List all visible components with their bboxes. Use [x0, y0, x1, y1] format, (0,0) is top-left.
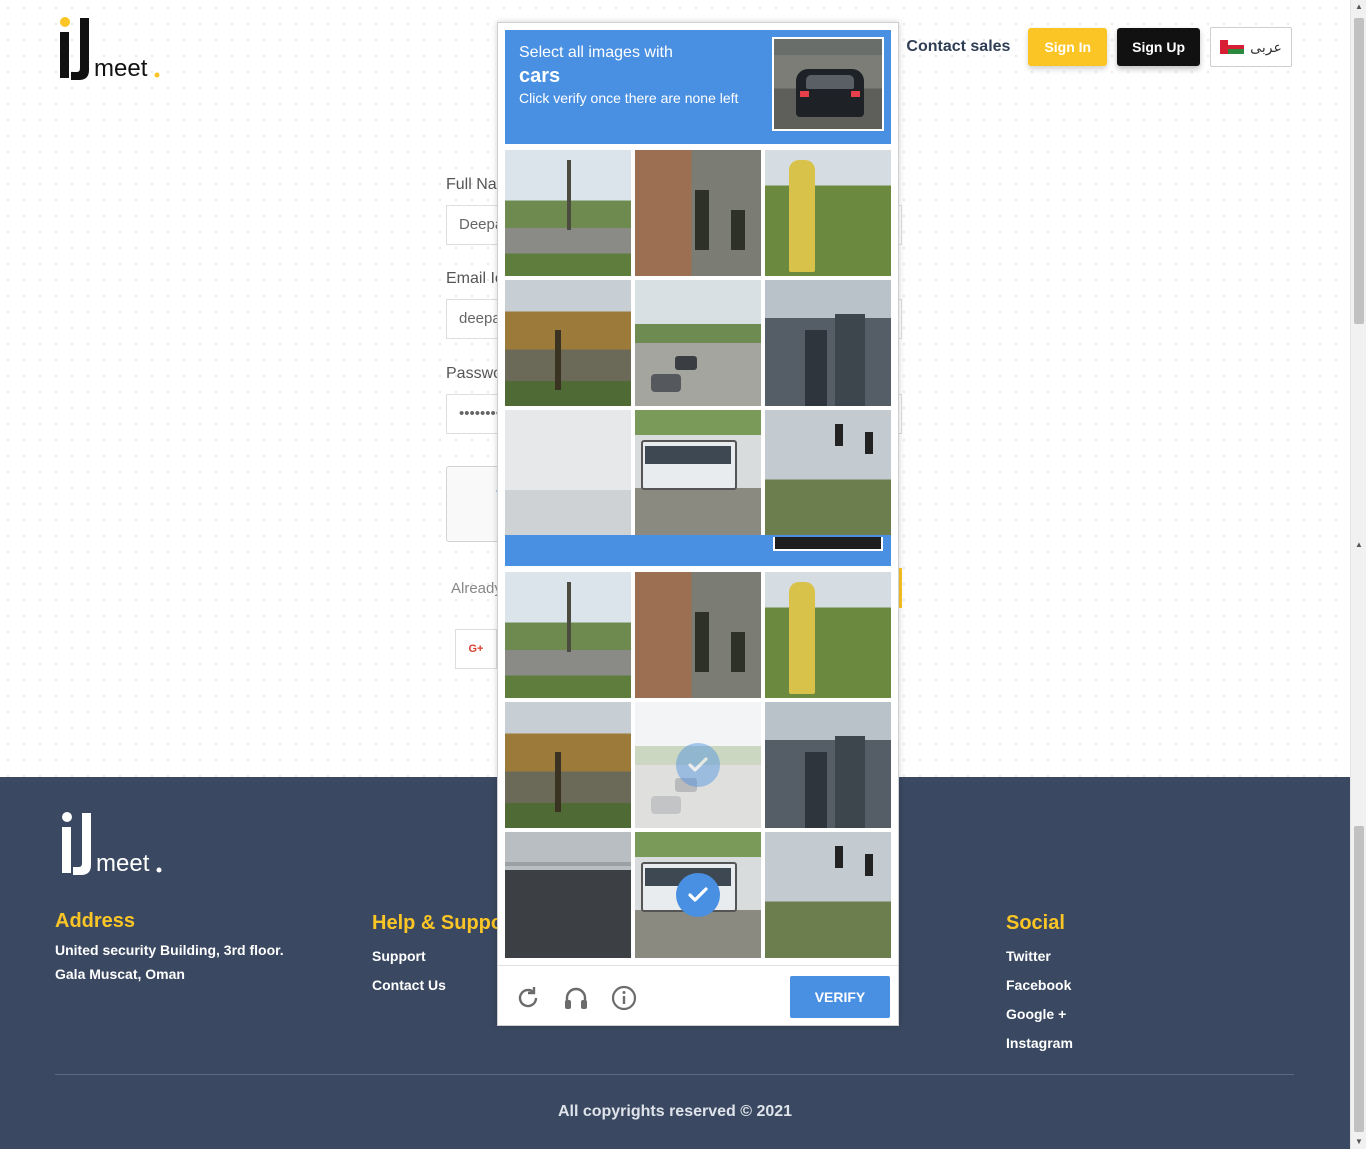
info-icon[interactable]: [610, 984, 638, 1012]
captcha-top-tile-street-cars[interactable]: [635, 280, 761, 406]
address-line-2: Gala Muscat, Oman: [55, 966, 185, 982]
captcha-tile-road-trees[interactable]: [505, 572, 631, 698]
tile-image: [635, 410, 761, 536]
captcha-target: cars: [519, 65, 561, 87]
scroll-marker-icon: ▲: [1355, 540, 1363, 549]
address-title: Address: [55, 910, 136, 932]
scroll-thumb-secondary[interactable]: [1354, 826, 1364, 1132]
reload-icon[interactable]: [514, 984, 542, 1012]
sample-car-image: [772, 37, 884, 131]
language-button[interactable]: عربى: [1210, 27, 1292, 67]
social-title: Social: [1006, 912, 1065, 934]
tile-image: [505, 150, 631, 276]
captcha-top-tile-skyscrapers[interactable]: [765, 280, 891, 406]
page-scrollbar[interactable]: ▲ ▲ ▼: [1350, 0, 1366, 1149]
scroll-thumb[interactable]: [1354, 18, 1364, 324]
captcha-top-tile-road-trees[interactable]: [505, 150, 631, 276]
scroll-down-arrow-icon[interactable]: ▼: [1355, 1137, 1363, 1146]
oman-flag-icon: [1220, 40, 1245, 54]
captcha-header: Select all images with cars Click verify…: [505, 30, 891, 144]
tile-image: [765, 150, 891, 276]
svg-text:meet: meet: [96, 850, 150, 877]
address-line-1: United security Building, 3rd floor.: [55, 942, 284, 958]
verify-button[interactable]: VERIFY: [790, 976, 890, 1018]
tile-image: [765, 410, 891, 536]
captcha-instruction: Select all images with: [519, 44, 673, 61]
google-plus-button[interactable]: G+: [455, 629, 497, 669]
tile-image: [765, 832, 891, 958]
tile-image: [505, 410, 631, 536]
audio-icon[interactable]: [562, 984, 590, 1012]
tile-image: [635, 280, 761, 406]
captcha-tile-hydrant[interactable]: [765, 572, 891, 698]
tile-image: [505, 280, 631, 406]
contact-sales-link[interactable]: Contact sales: [906, 38, 1010, 56]
instagram-link[interactable]: Instagram: [1006, 1035, 1073, 1051]
sign-in-button[interactable]: Sign In: [1028, 28, 1108, 66]
facebook-link[interactable]: Facebook: [1006, 977, 1071, 993]
captcha-top-tile-fog-bridge[interactable]: [505, 410, 631, 536]
captcha-tile-autumn-trees[interactable]: [505, 702, 631, 828]
contact-us-link[interactable]: Contact Us: [372, 977, 446, 993]
scroll-up-arrow-icon[interactable]: ▲: [1355, 2, 1363, 11]
captcha-challenge: Select all images with cars Click verify…: [497, 22, 899, 1026]
already-account-text: Already: [451, 580, 502, 597]
google-plus-link[interactable]: Google +: [1006, 1006, 1066, 1022]
footer-divider: [55, 1074, 1294, 1075]
captcha-top-tile-traffic-light-building[interactable]: [635, 150, 761, 276]
captcha-top-tile-autumn-trees[interactable]: [505, 280, 631, 406]
selected-check-icon: [676, 743, 720, 787]
tile-image: [765, 702, 891, 828]
captcha-top-tile-bus[interactable]: [635, 410, 761, 536]
captcha-tile-street-cars[interactable]: [635, 702, 761, 828]
site-logo[interactable]: meet: [58, 16, 168, 82]
copyright-text: All copyrights reserved © 2021: [557, 1103, 793, 1120]
captcha-tile-traffic-light-sky[interactable]: [765, 832, 891, 958]
twitter-link[interactable]: Twitter: [1006, 948, 1051, 964]
tile-image: [505, 702, 631, 828]
tile-image: [635, 150, 761, 276]
language-label: عربى: [1250, 38, 1282, 55]
captcha-tile-bus[interactable]: [635, 832, 761, 958]
logo-text: meet: [94, 55, 148, 82]
tile-image: [765, 280, 891, 406]
selected-check-icon: [676, 873, 720, 917]
captcha-footer: VERIFY: [498, 965, 898, 1025]
tile-image: [635, 572, 761, 698]
captcha-tile-traffic-light-building[interactable]: [635, 572, 761, 698]
sample-image-fragment: [773, 537, 883, 551]
support-link[interactable]: Support: [372, 948, 426, 964]
captcha-subinstruction: Click verify once there are none left: [519, 90, 739, 106]
tile-image: [765, 572, 891, 698]
email-label: Email Ic: [446, 270, 503, 287]
full-name-label: Full Nar: [446, 176, 503, 193]
footer-logo: meet: [62, 812, 162, 877]
captcha-tile-wet-bridge[interactable]: [505, 832, 631, 958]
sign-up-button[interactable]: Sign Up: [1117, 28, 1200, 66]
captcha-top-tile-traffic-light-sky[interactable]: [765, 410, 891, 536]
tile-image: [505, 832, 631, 958]
header-nav: Contact sales Sign In Sign Up عربى: [906, 26, 1292, 68]
captcha-top-tile-hydrant[interactable]: [765, 150, 891, 276]
tile-image: [505, 572, 631, 698]
help-support-title: Help & Suppor: [372, 912, 511, 934]
captcha-tile-skyscrapers[interactable]: [765, 702, 891, 828]
password-label: Passwo: [446, 365, 503, 382]
